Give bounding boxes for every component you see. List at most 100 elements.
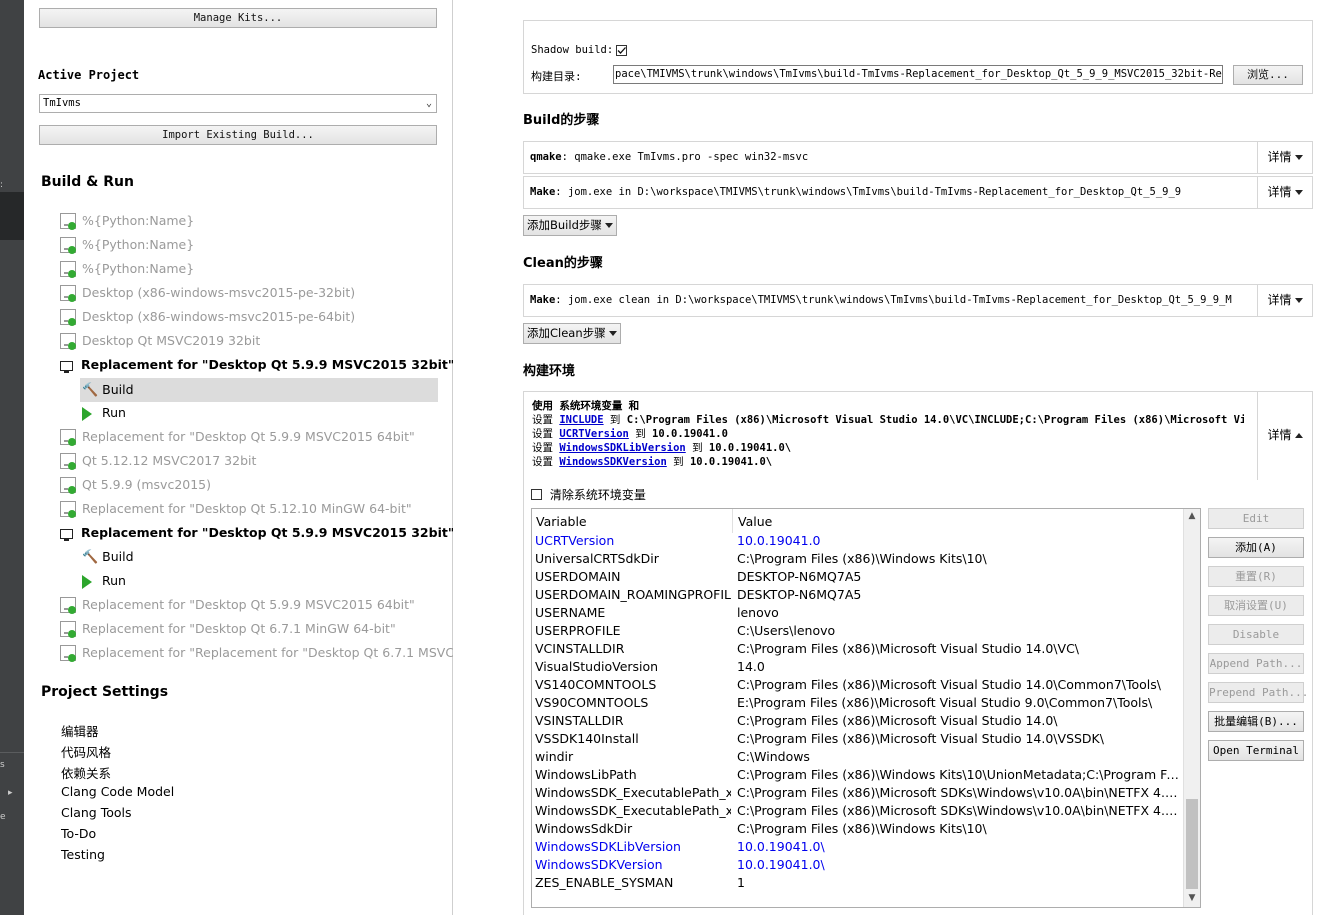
kit-item[interactable]: Qt 5.9.9 (msvc2015) <box>60 473 211 497</box>
step-summary: : jom.exe in D:\workspace\TMIVMS\trunk\w… <box>555 186 1182 198</box>
clear-system-env-row[interactable]: 清除系统环境变量 <box>531 486 646 503</box>
tree-item-run[interactable]: Run <box>82 401 126 425</box>
table-row[interactable]: USERPROFILE C:\Users\lenovo <box>532 623 1182 641</box>
settings-item-clang-tools[interactable]: Clang Tools <box>61 805 131 820</box>
table-row[interactable]: USERDOMAIN_ROAMINGPROFILE DESKTOP-N6MQ7A5 <box>532 587 1182 605</box>
settings-item-clang-code-model[interactable]: Clang Code Model <box>61 784 174 799</box>
kit-item[interactable]: %{Python:Name} <box>60 209 194 233</box>
clear-system-env-checkbox[interactable] <box>531 489 542 500</box>
table-row[interactable]: VisualStudioVersion 14.0 <box>532 659 1182 677</box>
scroll-down-icon[interactable]: ▼ <box>1184 893 1200 903</box>
kit-item[interactable]: %{Python:Name} <box>60 257 194 281</box>
table-row[interactable]: WindowsSDK_ExecutablePath_x64 C:\Program … <box>532 785 1182 803</box>
selected-row-highlight <box>80 378 438 402</box>
build-steps-heading: Build的步骤 <box>523 113 600 128</box>
kit-item[interactable]: Replacement for "Replacement for "Deskto… <box>60 641 466 665</box>
batch-edit-button[interactable]: 批量编辑(B)... <box>1208 711 1304 732</box>
kit-item[interactable]: Qt 5.12.12 MSVC2017 32bit <box>60 449 256 473</box>
prepend-path-button[interactable]: Prepend Path... <box>1208 682 1308 703</box>
scrollbar-thumb[interactable] <box>1186 799 1198 889</box>
details-button[interactable]: 详情 <box>1257 142 1312 173</box>
triangle-down-icon <box>1294 190 1303 195</box>
table-row[interactable]: VS90COMNTOOLS E:\Program Files (x86)\Micr… <box>532 695 1182 713</box>
project-navigation-panel: Manage Kits... Active Project TmIvms ⌄ I… <box>24 0 466 915</box>
browse-button[interactable]: 浏览... <box>1233 65 1303 85</box>
kit-item[interactable]: Replacement for "Desktop Qt 5.9.9 MSVC20… <box>60 593 415 617</box>
tree-item-build[interactable]: 🔨 Build <box>82 545 134 569</box>
table-row[interactable]: WindowsLibPath C:\Program Files (x86)\Win… <box>532 767 1182 785</box>
shadow-build-checkbox[interactable] <box>616 45 627 56</box>
scroll-up-icon[interactable]: ▲ <box>1184 511 1200 521</box>
kit-icon <box>60 476 76 494</box>
build-step-qmake[interactable]: qmake: qmake.exe TmIvms.pro -spec win32-… <box>523 141 1313 174</box>
kit-icon <box>60 308 76 326</box>
env-details-button[interactable]: 详情 <box>1257 392 1312 480</box>
table-row[interactable]: WindowsSDKVersion 10.0.19041.0\ <box>532 857 1182 875</box>
column-divider <box>732 509 733 533</box>
environment-table[interactable]: Variable Value UCRTVersion 10.0.19041.0 U… <box>531 508 1201 908</box>
step-key: Make <box>530 186 556 198</box>
settings-item-editor[interactable]: 编辑器 <box>61 721 99 740</box>
details-button[interactable]: 详情 <box>1257 285 1312 316</box>
manage-kits-button[interactable]: Manage Kits... <box>39 8 437 28</box>
open-terminal-button[interactable]: Open Terminal <box>1208 740 1304 761</box>
tree-item-run[interactable]: Run <box>82 569 126 593</box>
chevron-down-icon: ⌄ <box>425 98 432 109</box>
env-summary-line: 设置 WindowsSDKLibVersion 到 10.0.19041.0\ <box>532 442 792 454</box>
kit-item-active[interactable]: Replacement for "Desktop Qt 5.9.9 MSVC20… <box>60 521 454 545</box>
table-row[interactable]: VS140COMNTOOLS C:\Program Files (x86)\Mic… <box>532 677 1182 695</box>
settings-item-testing[interactable]: Testing <box>61 847 105 862</box>
build-step-make[interactable]: Make: jom.exe in D:\workspace\TMIVMS\tru… <box>523 176 1313 209</box>
table-row[interactable]: ZES_ENABLE_SYSMAN 1 <box>532 875 1182 893</box>
details-button[interactable]: 详情 <box>1257 177 1312 208</box>
column-header-variable[interactable]: Variable <box>536 514 587 529</box>
monitor-icon <box>60 528 73 541</box>
table-row[interactable]: USERDOMAIN DESKTOP-N6MQ7A5 <box>532 569 1182 587</box>
kit-item[interactable]: Desktop (x86-windows-msvc2015-pe-32bit) <box>60 281 355 305</box>
append-path-button[interactable]: Append Path... <box>1208 653 1304 674</box>
settings-item-dependencies[interactable]: 依赖关系 <box>61 763 111 782</box>
monitor-icon <box>60 360 73 373</box>
build-dir-input[interactable]: pace\TMIVMS\trunk\windows\TmIvms\build-T… <box>613 65 1223 84</box>
tree-item-build[interactable]: 🔨 Build <box>82 378 134 402</box>
add-button[interactable]: 添加(A) <box>1208 537 1304 558</box>
table-row[interactable]: WindowsSDKLibVersion 10.0.19041.0\ <box>532 839 1182 857</box>
kit-item-active[interactable]: Replacement for "Desktop Qt 5.9.9 MSVC20… <box>60 353 454 377</box>
kit-icon <box>60 452 76 470</box>
chevron-right-icon[interactable]: ▸ <box>8 788 13 798</box>
table-row[interactable]: WindowsSDK_ExecutablePath_x86 C:\Program … <box>532 803 1182 821</box>
table-row[interactable]: UCRTVersion 10.0.19041.0 <box>532 533 1182 551</box>
build-environment-heading: 构建环境 <box>523 364 576 379</box>
kit-item[interactable]: Desktop (x86-windows-msvc2015-pe-64bit) <box>60 305 355 329</box>
table-row[interactable]: VCINSTALLDIR C:\Program Files (x86)\Micro… <box>532 641 1182 659</box>
edit-button[interactable]: Edit <box>1208 508 1304 529</box>
clean-step-make[interactable]: Make: jom.exe clean in D:\workspace\TMIV… <box>523 284 1313 317</box>
table-row[interactable]: windir C:\Windows <box>532 749 1182 767</box>
kit-item[interactable]: Replacement for "Desktop Qt 5.12.10 MinG… <box>60 497 412 521</box>
table-scrollbar[interactable]: ▲ ▼ <box>1183 509 1200 907</box>
table-row[interactable]: UniversalCRTSdkDir C:\Program Files (x86)… <box>532 551 1182 569</box>
mode-glyph: e <box>0 812 6 822</box>
import-existing-build-button[interactable]: Import Existing Build... <box>39 125 437 145</box>
table-row[interactable]: WindowsSdkDir C:\Program Files (x86)\Wind… <box>532 821 1182 839</box>
kit-item[interactable]: %{Python:Name} <box>60 233 194 257</box>
mode-glyph: : <box>0 180 4 190</box>
add-clean-step-button[interactable]: 添加Clean步骤 <box>523 323 621 344</box>
active-project-combo[interactable]: TmIvms ⌄ <box>39 94 437 113</box>
settings-item-code-style[interactable]: 代码风格 <box>61 742 111 761</box>
unset-button[interactable]: 取消设置(U) <box>1208 595 1304 616</box>
env-box-border <box>1312 481 1313 915</box>
settings-item-todo[interactable]: To-Do <box>61 826 96 841</box>
step-summary: : jom.exe clean in D:\workspace\TMIVMS\t… <box>555 294 1232 306</box>
kit-item[interactable]: Desktop Qt MSVC2019 32bit <box>60 329 260 353</box>
kit-item[interactable]: Replacement for "Desktop Qt 6.7.1 MinGW … <box>60 617 396 641</box>
mode-projects-active[interactable] <box>0 192 24 240</box>
reset-button[interactable]: 重置(R) <box>1208 566 1304 587</box>
table-row[interactable]: VSSDK140Install C:\Program Files (x86)\Mi… <box>532 731 1182 749</box>
disable-button[interactable]: Disable <box>1208 624 1304 645</box>
add-build-step-button[interactable]: 添加Build步骤 <box>523 215 617 236</box>
table-row[interactable]: USERNAME lenovo <box>532 605 1182 623</box>
table-row[interactable]: VSINSTALLDIR C:\Program Files (x86)\Micro… <box>532 713 1182 731</box>
column-header-value[interactable]: Value <box>738 514 772 529</box>
kit-item[interactable]: Replacement for "Desktop Qt 5.9.9 MSVC20… <box>60 425 415 449</box>
